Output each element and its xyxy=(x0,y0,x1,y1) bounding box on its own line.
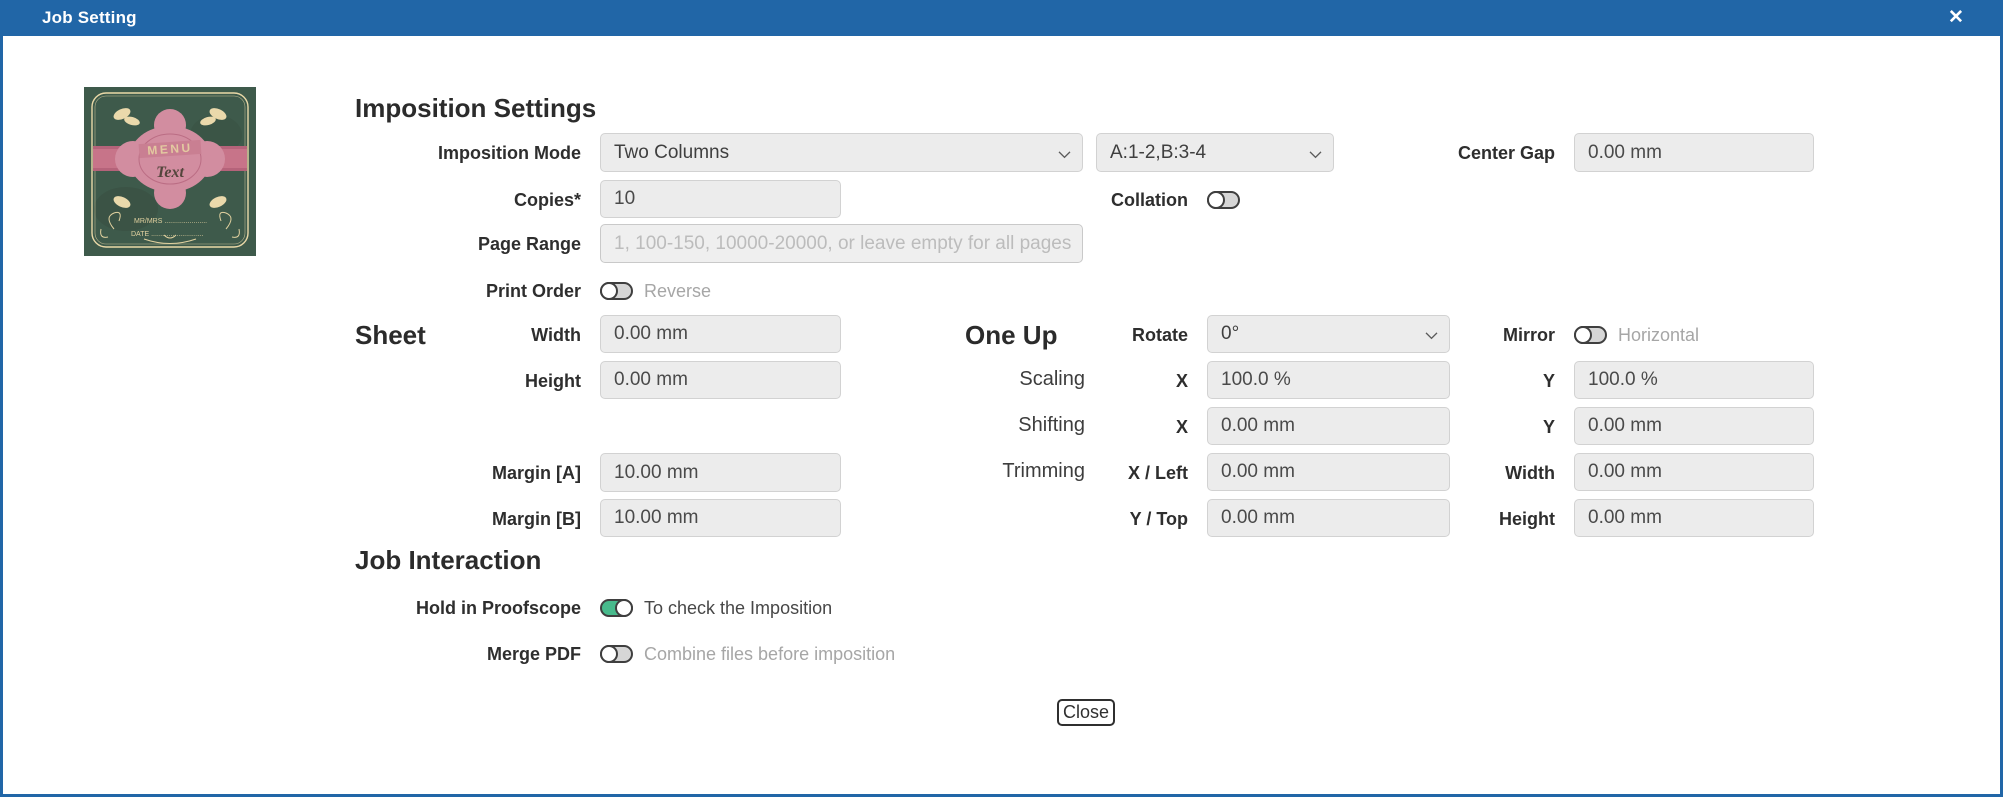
imposition-mode-label: Imposition Mode xyxy=(331,143,581,163)
mirror-label: Mirror xyxy=(1405,325,1555,345)
trim-height-input[interactable] xyxy=(1574,499,1814,537)
margin-b-input[interactable] xyxy=(600,499,841,537)
rotate-value: 0° xyxy=(1221,323,1239,345)
chevron-down-icon xyxy=(1058,142,1071,164)
scaling-x-label: X xyxy=(1038,371,1188,391)
imposition-scheme-value: A:1-2,B:3-4 xyxy=(1110,142,1206,164)
hold-in-proofscope-toggle[interactable] xyxy=(600,599,633,617)
job-setting-dialog: Job Setting ✕ MENU Text MR/ xyxy=(0,0,2003,797)
merge-option-text: Combine files before imposition xyxy=(644,644,895,664)
trim-height-label: Height xyxy=(1405,509,1555,529)
center-gap-input[interactable] xyxy=(1574,133,1814,172)
dialog-titlebar: Job Setting ✕ xyxy=(0,0,2003,36)
trim-x-left-label: X / Left xyxy=(1038,463,1188,483)
margin-a-label: Margin [A] xyxy=(331,463,581,483)
print-order-label: Print Order xyxy=(331,281,581,301)
thumb-mrmrs-line: MR/MRS ...................... xyxy=(134,218,207,225)
sheet-width-input[interactable] xyxy=(600,315,841,353)
mirror-option-text: Horizontal xyxy=(1618,325,1699,345)
close-icon[interactable]: ✕ xyxy=(1938,0,1974,36)
hold-in-proofscope-label: Hold in Proofscope xyxy=(331,598,581,618)
scaling-y-label: Y xyxy=(1405,371,1555,391)
imposition-mode-select[interactable]: Two Columns xyxy=(600,133,1083,172)
job-interaction-heading: Job Interaction xyxy=(355,545,541,576)
trim-width-label: Width xyxy=(1405,463,1555,483)
merge-pdf-toggle[interactable] xyxy=(600,645,633,663)
page-range-input[interactable] xyxy=(600,224,1083,263)
imposition-settings-heading: Imposition Settings xyxy=(355,93,596,124)
shifting-y-label: Y xyxy=(1405,417,1555,437)
copies-input[interactable] xyxy=(600,180,841,218)
shifting-x-label: X xyxy=(1038,417,1188,437)
scaling-y-input[interactable] xyxy=(1574,361,1814,399)
rotate-label: Rotate xyxy=(1038,325,1188,345)
close-button[interactable]: Close xyxy=(1057,699,1115,726)
collation-toggle[interactable] xyxy=(1207,191,1240,209)
print-order-toggle[interactable] xyxy=(600,282,633,300)
thumb-script-text: Text xyxy=(156,164,184,181)
imposition-scheme-select[interactable]: A:1-2,B:3-4 xyxy=(1096,133,1334,172)
job-preview-thumbnail: MENU Text MR/MRS ...................... … xyxy=(84,87,256,256)
merge-pdf-label: Merge PDF xyxy=(331,644,581,664)
imposition-mode-value: Two Columns xyxy=(614,142,729,164)
sheet-width-label: Width xyxy=(331,325,581,345)
sheet-height-label: Height xyxy=(331,371,581,391)
copies-label: Copies* xyxy=(331,190,581,210)
trim-y-top-label: Y / Top xyxy=(1038,509,1188,529)
mirror-toggle[interactable] xyxy=(1574,326,1607,344)
trim-width-input[interactable] xyxy=(1574,453,1814,491)
margin-a-input[interactable] xyxy=(600,453,841,492)
page-range-label: Page Range xyxy=(331,234,581,254)
center-gap-label: Center Gap xyxy=(1305,143,1555,163)
shifting-y-input[interactable] xyxy=(1574,407,1814,445)
dialog-title: Job Setting xyxy=(42,0,137,36)
print-order-option-text: Reverse xyxy=(644,281,711,301)
sheet-height-input[interactable] xyxy=(600,361,841,399)
hold-option-text: To check the Imposition xyxy=(644,598,832,618)
collation-label: Collation xyxy=(938,190,1188,210)
margin-b-label: Margin [B] xyxy=(331,509,581,529)
